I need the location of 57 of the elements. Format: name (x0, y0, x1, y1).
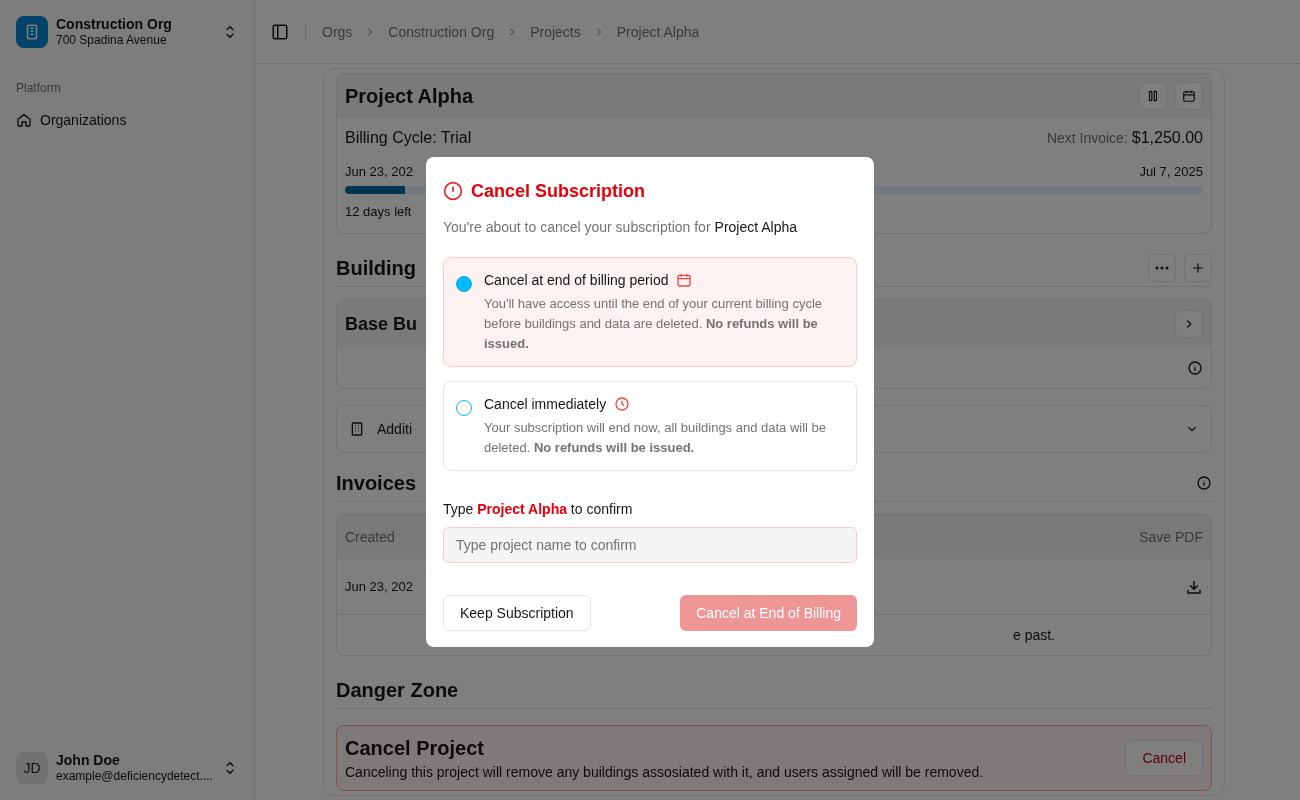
org-address: 700 Spadina Avenue (56, 32, 168, 48)
option-description: You'll have access until the end of your current billing cycle before buildings and data are deleted. No refunds will be issued. (484, 295, 824, 353)
building-title: Base Bu (345, 313, 418, 336)
billing-cycle: Billing Cycle: Trial (345, 128, 472, 148)
cancel-option[interactable]: Cancel immediately Your subscription will end now, all buildings and data will be deleted. No refunds will be issued. (443, 381, 857, 471)
pause-button[interactable] (1139, 82, 1167, 110)
clock-icon (614, 396, 631, 412)
section-heading: Invoices (336, 471, 417, 496)
breadcrumb-link[interactable]: Construction Org (388, 21, 495, 42)
option-label: Cancel at end of billing period (484, 271, 669, 290)
home-icon (16, 112, 32, 128)
add-button[interactable] (1184, 254, 1212, 282)
breadcrumb-link[interactable]: Project Alpha (616, 21, 700, 42)
calendar-icon (1182, 89, 1196, 103)
end-date: Jul 7, 2025 (1139, 163, 1203, 181)
nav-item[interactable]: Organizations (16, 104, 238, 136)
building-icon (349, 421, 365, 437)
table-cell-text: Jun 23, 202 (345, 577, 413, 596)
section-heading: Danger Zone (336, 676, 1212, 709)
user-name: John Doe (56, 752, 121, 768)
dialog-title: Cancel Subscription (471, 180, 646, 203)
confirm-field[interactable]: Type project name to confirm (443, 527, 857, 563)
more-icon (1155, 266, 1169, 270)
days-left: 12 days left (345, 202, 413, 221)
user-email: example@deficiencydetect.... (56, 768, 214, 784)
pause-icon (1146, 89, 1160, 103)
radio-button[interactable] (456, 400, 472, 416)
radio-button[interactable] (456, 276, 472, 292)
plus-icon (1191, 261, 1205, 275)
confirm-label: Type Project Alpha to confirm (443, 500, 634, 519)
org-name: Construction Org (56, 16, 173, 32)
user-avatar: JD (16, 752, 48, 784)
project-name: Project Alpha (714, 218, 798, 237)
section-label: Platform (16, 80, 62, 96)
project-title: Project Alpha (345, 84, 474, 109)
danger-description: Canceling this project will remove any buildings assosiated with it, and users assigned will be removed. (345, 763, 984, 782)
section-heading: Building (336, 256, 416, 281)
cancel-option[interactable]: Cancel at end of billing period You'll have access until the end of your current billing cycle before buildings and data are deleted. No refunds will be issued. (443, 257, 857, 367)
dialog-intro: You're about to cancel your subscription for (443, 218, 711, 237)
column-header: Created (345, 528, 395, 547)
next-invoice-amount: $1,250.00 (1131, 128, 1203, 148)
danger-title: Cancel Project (345, 736, 485, 761)
invoice-note: e past. (1013, 626, 1055, 645)
info-icon[interactable] (1187, 360, 1203, 376)
start-date: Jun 23, 202 (345, 163, 413, 181)
keep-subscription-button[interactable]: Keep Subscription (443, 595, 591, 631)
alert-icon (443, 181, 463, 201)
info-icon[interactable] (1196, 475, 1212, 491)
breadcrumb-link[interactable]: Orgs (322, 21, 353, 42)
additional-label: Additi (377, 420, 413, 439)
next-invoice-label: Next Invoice: (1046, 129, 1128, 148)
sidebar-toggle-icon[interactable] (271, 22, 289, 41)
calendar-icon (676, 272, 693, 288)
cancel-project-button[interactable]: Cancel (1125, 740, 1203, 776)
breadcrumb-link[interactable]: Projects (530, 21, 581, 42)
column-header: Save PDF (1139, 528, 1203, 547)
calendar-button[interactable] (1175, 82, 1203, 110)
